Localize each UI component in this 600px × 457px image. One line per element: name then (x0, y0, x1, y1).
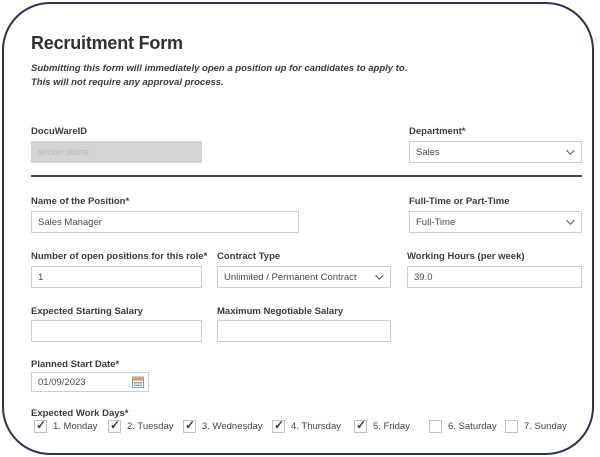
employment-type-select[interactable]: Full-Time (409, 211, 582, 233)
workday-label-saturday: 6. Saturday (448, 421, 497, 432)
contract-type-label: Contract Type (217, 251, 280, 262)
workday-checkbox-wednesday[interactable] (183, 420, 196, 433)
department-select[interactable]: Sales (409, 141, 582, 163)
position-name-label: Name of the Position* (31, 196, 129, 207)
contract-type-select[interactable]: Unlimited / Permanent Contract (217, 266, 391, 288)
page-title: Recruitment Form (31, 33, 183, 54)
employment-type-label: Full-Time or Part-Time (409, 196, 509, 207)
form-description: Submitting this form will immediately op… (31, 62, 407, 89)
max-salary-label: Maximum Negotiable Salary (217, 306, 343, 317)
workday-label-monday: 1. Monday (53, 421, 97, 432)
starting-salary-field[interactable] (31, 320, 202, 342)
max-salary-field[interactable] (217, 320, 391, 342)
workday-item-sunday: 7. Sunday (505, 420, 567, 433)
workday-label-thursday: 4. Thursday (291, 421, 341, 432)
workday-label-wednesday: 3. Wednesday (202, 421, 263, 432)
start-date-label: Planned Start Date* (31, 359, 119, 370)
form-description-line2: This will not require any approval proce… (31, 76, 407, 90)
start-date-wrap (31, 372, 149, 392)
workday-item-tuesday: 2. Tuesday (108, 420, 173, 433)
position-name-field[interactable] (31, 211, 299, 233)
workday-checkbox-saturday[interactable] (429, 420, 442, 433)
chevron-down-icon (566, 146, 574, 154)
workday-checkbox-friday[interactable] (354, 420, 367, 433)
recruitment-form-card: Recruitment Form Submitting this form wi… (2, 2, 594, 455)
form-description-line1: Submitting this form will immediately op… (31, 62, 407, 76)
workday-item-saturday: 6. Saturday (429, 420, 497, 433)
workday-item-monday: 1. Monday (34, 420, 97, 433)
docuware-id-label: DocuWareID (31, 126, 87, 137)
working-hours-label: Working Hours (per week) (407, 251, 525, 262)
contract-type-selected-value: Unlimited / Permanent Contract (224, 272, 357, 283)
section-divider (31, 175, 582, 177)
department-label: Department* (409, 126, 466, 137)
workday-checkbox-tuesday[interactable] (108, 420, 121, 433)
open-positions-field[interactable] (31, 266, 202, 288)
workday-checkbox-sunday[interactable] (505, 420, 518, 433)
workday-checkbox-thursday[interactable] (272, 420, 285, 433)
working-hours-field[interactable] (407, 266, 582, 288)
starting-salary-label: Expected Starting Salary (31, 306, 143, 317)
workday-item-friday: 5. Friday (354, 420, 410, 433)
calendar-icon[interactable] (132, 376, 144, 388)
docuware-id-field (31, 141, 202, 163)
workday-label-friday: 5. Friday (373, 421, 410, 432)
workday-label-tuesday: 2. Tuesday (127, 421, 173, 432)
workday-item-thursday: 4. Thursday (272, 420, 341, 433)
workday-checkbox-monday[interactable] (34, 420, 47, 433)
chevron-down-icon (375, 271, 383, 279)
open-positions-label: Number of open positions for this role* (31, 251, 207, 262)
chevron-down-icon (566, 216, 574, 224)
employment-type-selected-value: Full-Time (416, 217, 455, 228)
department-selected-value: Sales (416, 147, 440, 158)
workday-item-wednesday: 3. Wednesday (183, 420, 263, 433)
workday-label-sunday: 7. Sunday (524, 421, 567, 432)
